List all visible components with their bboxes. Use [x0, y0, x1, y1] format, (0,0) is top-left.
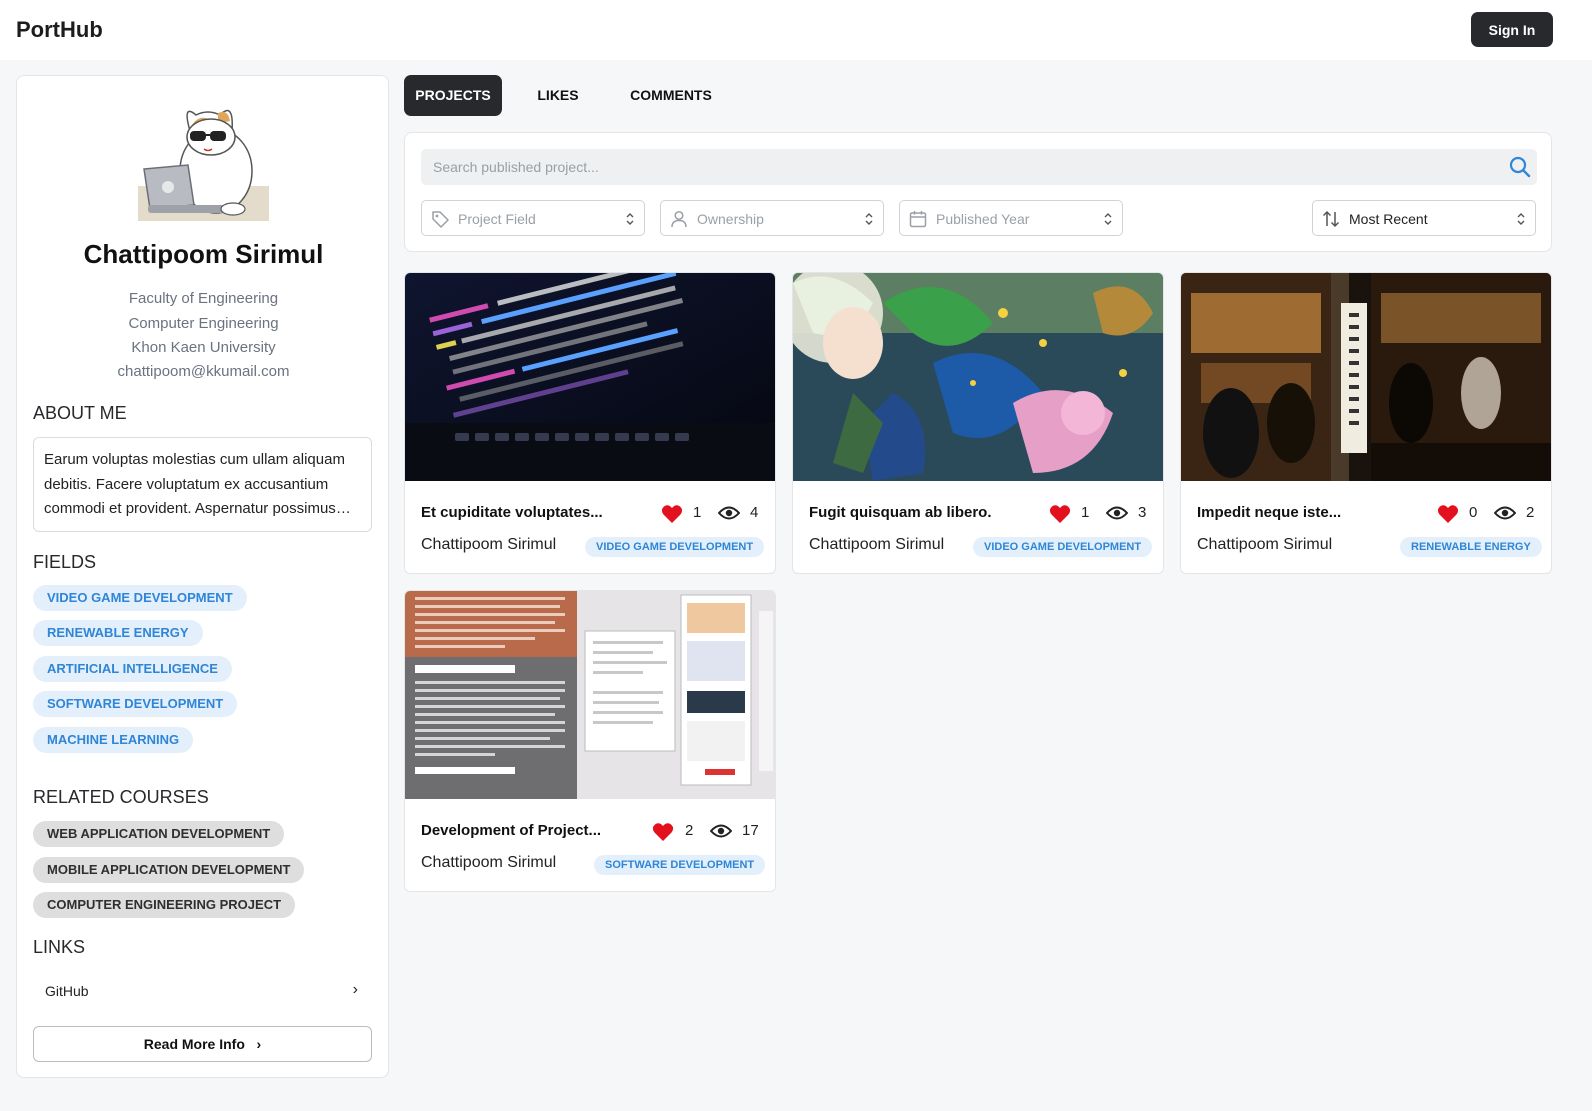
- project-thumbnail-illustration[interactable]: [793, 273, 1163, 481]
- project-card[interactable]: Impedit neque iste... 0 2 Chattipoom Sir…: [1180, 272, 1552, 574]
- profile-sidebar: Chattipoom Sirimul Faculty of Engineerin…: [16, 75, 389, 1078]
- project-card[interactable]: Fugit quisquam ab libero. 1 3 Chattipoom…: [792, 272, 1164, 574]
- search-panel: Project Field Ownership Published Year: [404, 132, 1552, 252]
- sort-arrows-icon: [1322, 210, 1340, 228]
- fields-heading: FIELDS: [33, 552, 97, 572]
- project-field-label: Project Field: [458, 211, 536, 227]
- sort-label: Most Recent: [1349, 211, 1428, 227]
- search-box: [421, 149, 1537, 185]
- chevron-up-down-icon: [865, 213, 873, 225]
- view-count: 17: [742, 822, 759, 839]
- tab-likes[interactable]: LIKES: [520, 75, 596, 116]
- project-card[interactable]: Et cupiditate voluptates... 1 4 Chattipo…: [404, 272, 776, 574]
- project-field-select[interactable]: Project Field: [421, 200, 645, 236]
- about-heading: ABOUT ME: [33, 403, 127, 423]
- read-more-info-button[interactable]: Read More Info ›: [33, 1026, 372, 1062]
- profile-department: Computer Engineering: [128, 315, 279, 332]
- sort-select[interactable]: Most Recent: [1312, 200, 1536, 236]
- course-chip[interactable]: WEB APPLICATION DEVELOPMENT: [33, 821, 285, 847]
- project-thumbnail-poster[interactable]: [405, 591, 775, 799]
- eye-icon: [1494, 506, 1516, 520]
- heart-icon[interactable]: [1049, 504, 1071, 524]
- field-chip[interactable]: VIDEO GAME DEVELOPMENT: [33, 585, 247, 611]
- field-chip[interactable]: ARTIFICIAL INTELLIGENCE: [33, 656, 232, 682]
- published-year-label: Published Year: [936, 211, 1030, 227]
- like-count: 0: [1469, 504, 1478, 521]
- brand-logo[interactable]: PortHub: [16, 17, 103, 43]
- like-count: 1: [1081, 504, 1090, 521]
- eye-icon: [710, 824, 732, 838]
- project-author: Chattipoom Sirimul: [1197, 536, 1333, 553]
- tag-icon: [432, 211, 449, 228]
- project-author: Chattipoom Sirimul: [421, 854, 557, 871]
- project-field-tag[interactable]: VIDEO GAME DEVELOPMENT: [973, 537, 1153, 557]
- field-chip[interactable]: MACHINE LEARNING: [33, 727, 194, 753]
- links-heading: LINKS: [33, 937, 86, 957]
- chevron-up-down-icon: [626, 213, 634, 225]
- project-title[interactable]: Development of Project...: [421, 822, 621, 839]
- profile-name: Chattipoom Sirimul: [83, 239, 324, 269]
- project-thumbnail-code[interactable]: [405, 273, 775, 481]
- field-chip[interactable]: RENEWABLE ENERGY: [33, 620, 203, 646]
- heart-icon[interactable]: [1437, 504, 1459, 524]
- about-text: Earum voluptas molestias cum ullam aliqu…: [44, 451, 345, 517]
- project-card[interactable]: Development of Project... 2 17 Chattipoo…: [404, 590, 776, 892]
- heart-icon[interactable]: [661, 504, 683, 524]
- project-title[interactable]: Fugit quisquam ab libero.: [809, 504, 1019, 521]
- user-icon: [671, 210, 687, 228]
- eye-icon: [718, 506, 740, 520]
- view-count: 3: [1138, 504, 1147, 521]
- view-count: 2: [1526, 504, 1535, 521]
- project-title[interactable]: Impedit neque iste...: [1197, 504, 1407, 521]
- ownership-select[interactable]: Ownership: [660, 200, 884, 236]
- project-author: Chattipoom Sirimul: [809, 536, 945, 553]
- chevron-up-down-icon: [1517, 213, 1525, 225]
- read-more-label: Read More Info: [143, 1036, 245, 1052]
- project-field-tag[interactable]: SOFTWARE DEVELOPMENT: [594, 855, 766, 875]
- project-thumbnail-street[interactable]: [1181, 273, 1551, 481]
- eye-icon: [1106, 506, 1128, 520]
- course-chip[interactable]: COMPUTER ENGINEERING PROJECT: [33, 892, 296, 918]
- tab-comments[interactable]: COMMENTS: [615, 75, 727, 116]
- sign-in-button[interactable]: Sign In: [1471, 12, 1553, 47]
- like-count: 2: [685, 822, 694, 839]
- like-count: 1: [693, 504, 702, 521]
- chevron-right-icon: ›: [248, 1036, 262, 1052]
- chevron-up-down-icon: [1104, 213, 1112, 225]
- field-chip[interactable]: SOFTWARE DEVELOPMENT: [33, 691, 238, 717]
- published-year-select[interactable]: Published Year: [899, 200, 1123, 236]
- chevron-right-icon: ›: [352, 981, 358, 998]
- profile-faculty: Faculty of Engineering: [128, 290, 279, 307]
- heart-icon[interactable]: [652, 822, 674, 842]
- profile-email: chattipoom@kkumail.com: [117, 363, 290, 380]
- related-courses-heading: RELATED COURSES: [33, 787, 209, 807]
- search-input[interactable]: [421, 149, 1501, 185]
- project-title[interactable]: Et cupiditate voluptates...: [421, 504, 631, 521]
- link-label: GitHub: [45, 983, 89, 999]
- search-icon[interactable]: [1509, 156, 1531, 178]
- ownership-label: Ownership: [697, 211, 764, 227]
- course-chip[interactable]: MOBILE APPLICATION DEVELOPMENT: [33, 857, 305, 883]
- project-field-tag[interactable]: RENEWABLE ENERGY: [1400, 537, 1542, 557]
- tab-projects[interactable]: PROJECTS: [404, 75, 502, 116]
- project-field-tag[interactable]: VIDEO GAME DEVELOPMENT: [585, 537, 765, 557]
- avatar: [138, 91, 269, 221]
- profile-university: Khon Kaen University: [131, 339, 276, 356]
- top-bar: PortHub Sign In: [0, 0, 1592, 60]
- calendar-icon: [909, 211, 927, 228]
- project-author: Chattipoom Sirimul: [421, 536, 557, 553]
- about-text-box: Earum voluptas molestias cum ullam aliqu…: [33, 437, 372, 532]
- link-github[interactable]: GitHub ›: [33, 975, 372, 1007]
- view-count: 4: [750, 504, 759, 521]
